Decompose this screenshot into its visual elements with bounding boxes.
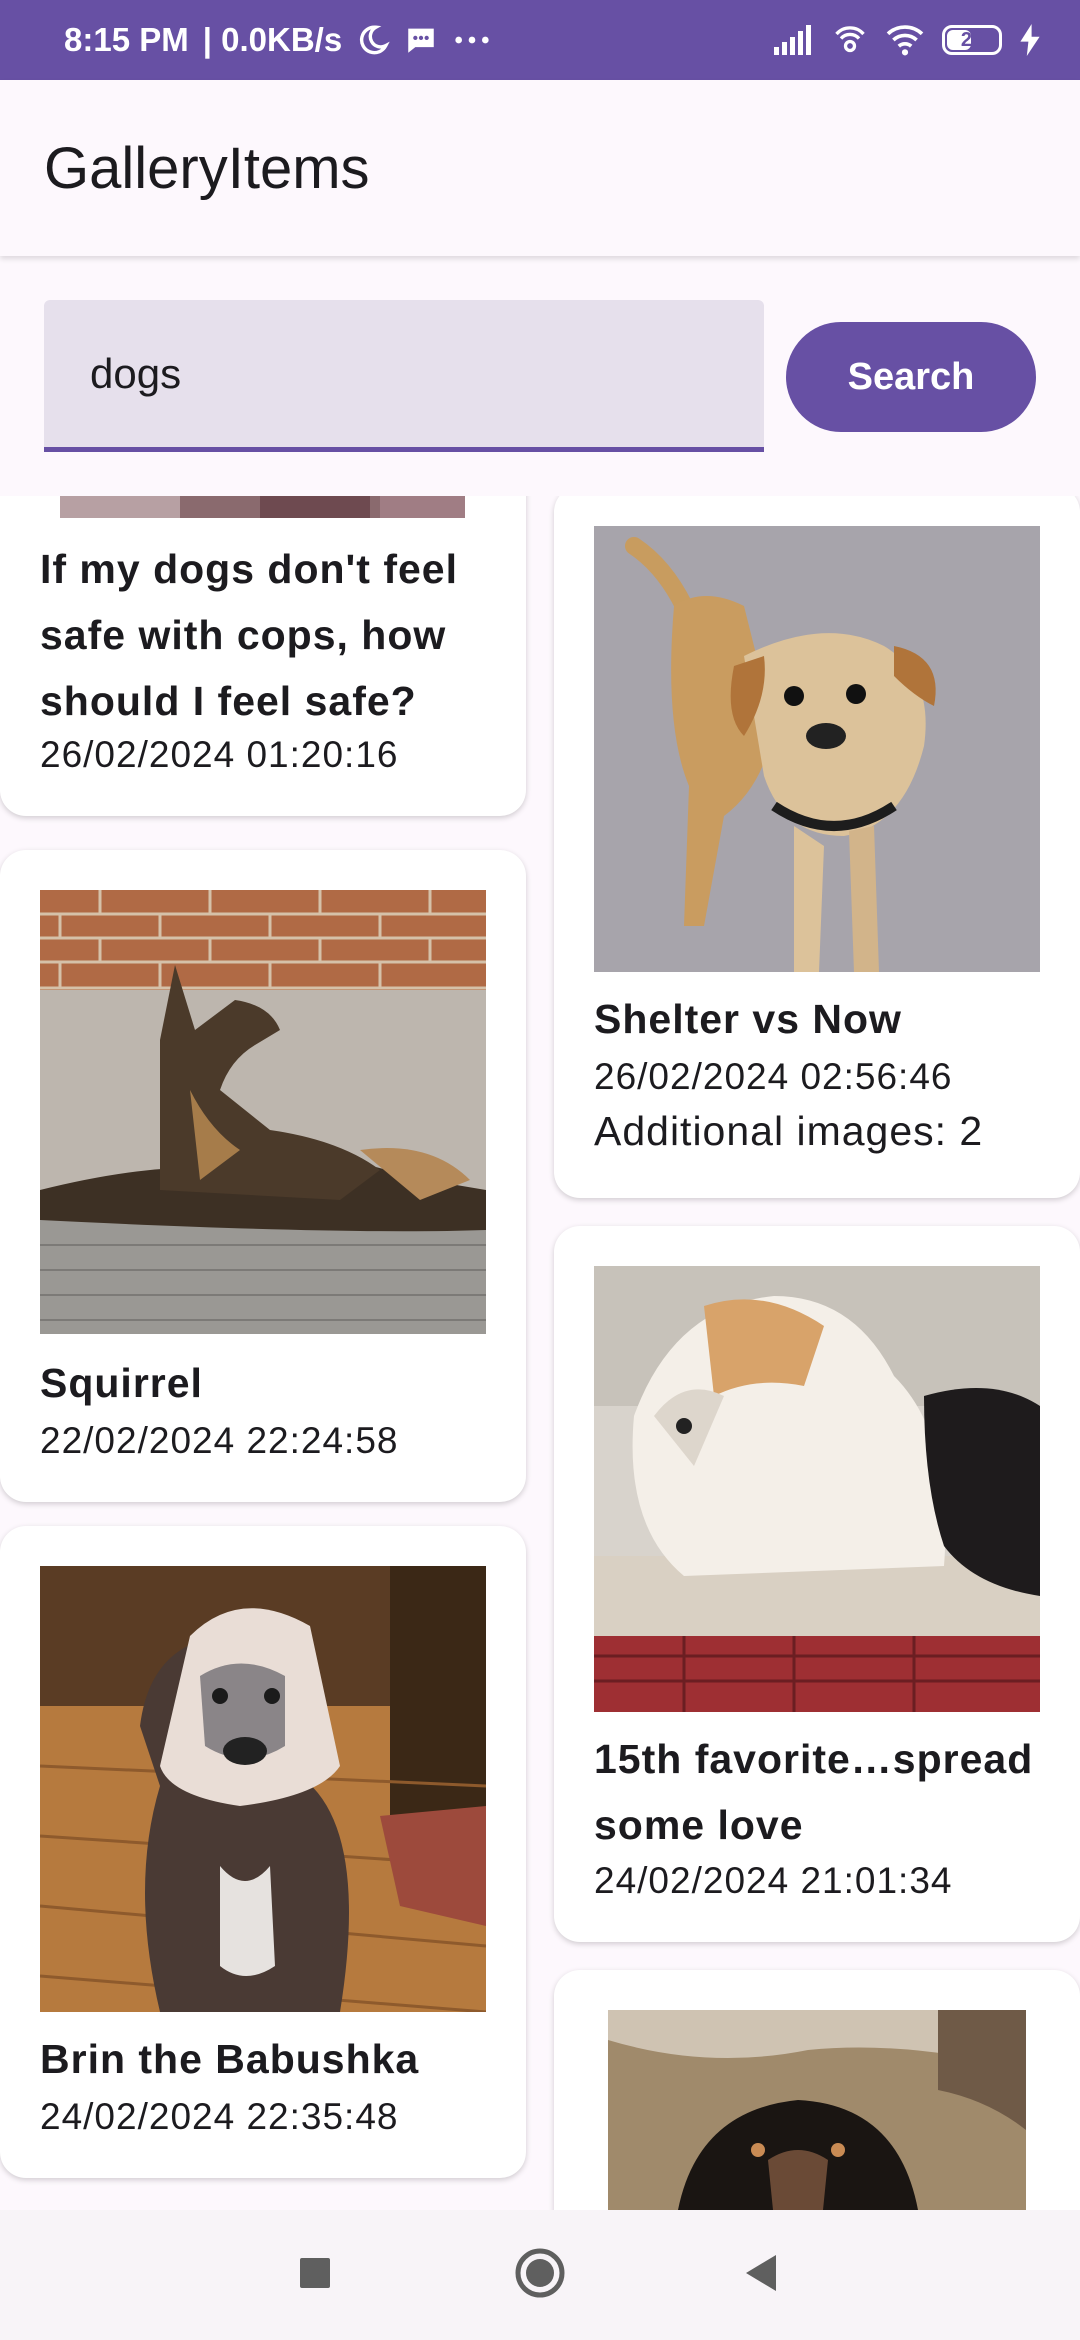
card-date: 26/02/2024 02:56:46: [594, 1056, 953, 1097]
charging-icon: [1020, 24, 1040, 56]
search-input[interactable]: [88, 348, 732, 399]
signal-icon: [774, 25, 814, 55]
status-bar: 8:15 PM | 0.0KB/s 28: [0, 0, 1080, 80]
recents-button[interactable]: [250, 2210, 380, 2340]
card-title: Squirrel: [40, 1360, 203, 1406]
card-title: If my dogs don't feel safe with cops, ho…: [40, 546, 458, 724]
gallery-image: [40, 890, 486, 1334]
app-title: GalleryItems: [44, 135, 370, 201]
status-net-speed: | 0.0KB/s: [202, 21, 343, 58]
battery-level: 28: [960, 28, 984, 51]
card-additional-images: Additional images: 2: [594, 1108, 984, 1154]
hotspot-icon: [832, 22, 868, 58]
gallery-image: [60, 496, 465, 518]
card-title: 15th favorite…spread some love: [594, 1736, 1034, 1848]
back-button[interactable]: [695, 2210, 825, 2340]
moon-icon: [356, 23, 390, 57]
card-title: Shelter vs Now: [594, 996, 902, 1042]
message-icon: [404, 23, 438, 57]
app-bar: GalleryItems: [0, 80, 1080, 256]
gallery-card[interactable]: Squirrel 22/02/2024 22:24:58: [0, 850, 526, 1502]
home-button[interactable]: [475, 2210, 605, 2340]
card-date: 24/02/2024 22:35:48: [40, 2096, 399, 2137]
search-field[interactable]: [44, 300, 764, 452]
card-date: 22/02/2024 22:24:58: [40, 1420, 399, 1461]
gallery-image: [608, 2010, 1026, 2210]
back-icon: [742, 2253, 778, 2298]
gallery-card[interactable]: Brin the Babushka 24/02/2024 22:35:48: [0, 1526, 526, 2178]
gallery-card[interactable]: [554, 1970, 1080, 2210]
status-time: 8:15 PM: [64, 21, 189, 58]
card-date: 24/02/2024 21:01:34: [594, 1860, 953, 1901]
gallery-image: [40, 1566, 486, 2012]
gallery-card[interactable]: Shelter vs Now 26/02/2024 02:56:46 Addit…: [554, 496, 1080, 1198]
home-icon: [514, 2247, 566, 2304]
card-title: Brin the Babushka: [40, 2036, 420, 2082]
more-icon: [452, 23, 492, 57]
gallery-image: [594, 526, 1040, 972]
wifi-icon: [886, 23, 924, 57]
gallery-card[interactable]: 15th favorite…spread some love 24/02/202…: [554, 1226, 1080, 1942]
search-button[interactable]: Search: [786, 322, 1036, 432]
gallery-image: [594, 1266, 1040, 1712]
card-date: 26/02/2024 01:20:16: [40, 734, 399, 775]
navigation-bar: [0, 2210, 1080, 2340]
gallery-grid[interactable]: If my dogs don't feel safe with cops, ho…: [0, 496, 1080, 2210]
battery-icon: 28: [942, 25, 1002, 55]
recents-icon: [299, 2257, 331, 2294]
gallery-card[interactable]: If my dogs don't feel safe with cops, ho…: [0, 496, 526, 816]
